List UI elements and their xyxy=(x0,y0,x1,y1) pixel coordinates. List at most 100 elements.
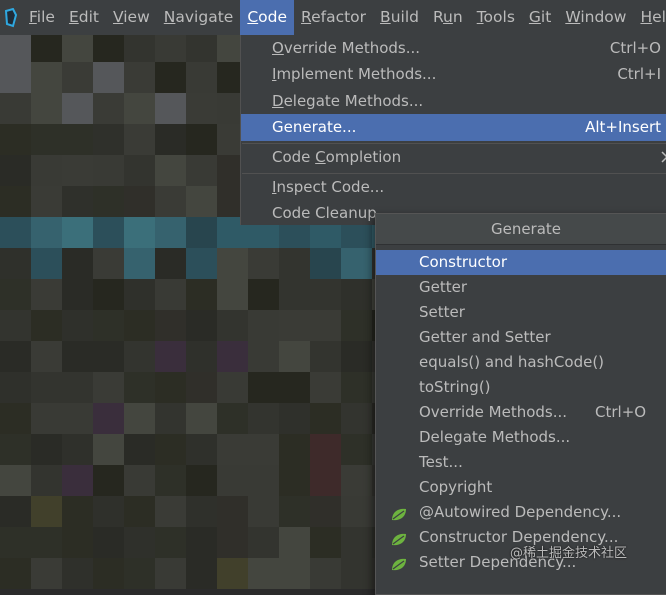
pixel-block xyxy=(248,403,279,434)
pixel-block xyxy=(186,434,217,465)
pixel-block xyxy=(186,403,217,434)
menu-navigate[interactable]: Navigate xyxy=(157,0,241,35)
code-menu-inspect-code[interactable]: Inspect Code... xyxy=(241,174,666,201)
generate-item-equals-hashcode[interactable]: equals() and hashCode() xyxy=(376,350,666,375)
menu-code[interactable]: Code xyxy=(240,0,295,35)
pixel-block xyxy=(124,372,155,403)
menu-edit[interactable]: Edit xyxy=(62,0,106,35)
generate-popup: Generate Constructor Getter Setter Gette… xyxy=(375,213,666,595)
code-menu-generate[interactable]: Generate... Alt+Insert xyxy=(241,114,666,141)
generate-item-tostring[interactable]: toString() xyxy=(376,375,666,400)
pixel-block xyxy=(124,186,155,217)
pixel-block xyxy=(341,248,372,279)
pixel-block xyxy=(0,124,31,155)
code-menu-delegate-methods[interactable]: Delegate Methods... xyxy=(241,88,666,115)
pixel-block xyxy=(248,310,279,341)
pixel-block xyxy=(217,341,248,372)
pixel-block xyxy=(93,217,124,248)
pixel-block xyxy=(341,434,372,465)
pixel-block xyxy=(186,31,217,62)
menu-tools[interactable]: Tools xyxy=(470,0,522,35)
pixel-block xyxy=(186,217,217,248)
pixel-block xyxy=(155,372,186,403)
pixel-block xyxy=(31,372,62,403)
pixel-block xyxy=(155,527,186,558)
pixel-block xyxy=(93,341,124,372)
pixel-block xyxy=(93,434,124,465)
generate-popup-title: Generate xyxy=(376,214,666,245)
watermark-text: @稀土掘金技术社区 xyxy=(510,546,628,561)
pixel-block xyxy=(217,527,248,558)
pixel-block xyxy=(186,186,217,217)
pixel-block xyxy=(62,434,93,465)
code-menu-implement-methods[interactable]: Implement Methods... Ctrl+I xyxy=(241,61,666,88)
menu-run[interactable]: Run xyxy=(426,0,470,35)
pixel-block xyxy=(0,248,31,279)
pixel-block xyxy=(0,62,31,93)
pixel-block xyxy=(310,558,341,589)
pixel-block xyxy=(93,279,124,310)
generate-item-autowired-dependency[interactable]: @Autowired Dependency... xyxy=(376,500,666,525)
pixel-block xyxy=(124,310,155,341)
pixel-block xyxy=(248,434,279,465)
pixel-block xyxy=(124,434,155,465)
pixel-block xyxy=(341,372,372,403)
pixel-block xyxy=(0,341,31,372)
generate-item-copyright[interactable]: Copyright xyxy=(376,475,666,500)
pixel-block xyxy=(0,310,31,341)
generate-item-override-methods[interactable]: Override Methods... Ctrl+O xyxy=(376,400,666,425)
menu-view[interactable]: View xyxy=(106,0,157,35)
code-menu-code-completion[interactable]: Code Completion xyxy=(241,144,666,171)
pixel-block xyxy=(186,248,217,279)
pixel-block xyxy=(31,248,62,279)
pixel-block xyxy=(248,279,279,310)
pixel-block xyxy=(31,186,62,217)
pixel-block xyxy=(155,248,186,279)
pixel-block xyxy=(341,279,372,310)
pixel-block xyxy=(186,155,217,186)
generate-item-getter-and-setter[interactable]: Getter and Setter xyxy=(376,325,666,350)
pixel-block xyxy=(0,403,31,434)
menu-refactor[interactable]: Refactor xyxy=(294,0,373,35)
pixel-block xyxy=(217,434,248,465)
pixel-block xyxy=(155,465,186,496)
pixel-block xyxy=(217,465,248,496)
pixel-block xyxy=(0,527,31,558)
generate-item-constructor[interactable]: Constructor xyxy=(376,250,666,275)
pixel-block xyxy=(93,155,124,186)
pixel-block xyxy=(248,465,279,496)
pixel-block xyxy=(155,62,186,93)
menu-window[interactable]: Window xyxy=(558,0,633,35)
pixel-block xyxy=(310,465,341,496)
code-menu-override-methods[interactable]: Override Methods... Ctrl+O xyxy=(241,35,666,62)
pixel-block xyxy=(31,403,62,434)
pixel-block xyxy=(62,341,93,372)
pixel-block xyxy=(124,93,155,124)
pixel-block xyxy=(310,527,341,558)
pixel-block xyxy=(0,93,31,124)
pixel-block xyxy=(124,341,155,372)
menu-file[interactable]: File xyxy=(22,0,62,35)
pixel-block xyxy=(124,279,155,310)
pixel-block xyxy=(341,341,372,372)
pixel-block xyxy=(310,434,341,465)
pixel-block xyxy=(93,248,124,279)
generate-item-delegate-methods[interactable]: Delegate Methods... xyxy=(376,425,666,450)
generate-item-test[interactable]: Test... xyxy=(376,450,666,475)
pixel-block xyxy=(341,496,372,527)
menu-build[interactable]: Build xyxy=(373,0,426,35)
pixel-block xyxy=(279,403,310,434)
pixel-block xyxy=(31,527,62,558)
generate-item-setter[interactable]: Setter xyxy=(376,300,666,325)
pixel-block xyxy=(62,155,93,186)
menu-git[interactable]: Git xyxy=(522,0,558,35)
menu-help[interactable]: Help xyxy=(633,0,666,35)
pixel-block xyxy=(279,558,310,589)
generate-item-getter[interactable]: Getter xyxy=(376,275,666,300)
pixel-block xyxy=(31,124,62,155)
pixel-block xyxy=(31,93,62,124)
pixel-block xyxy=(0,155,31,186)
pixel-block xyxy=(93,124,124,155)
main-menu-bar: File Edit View Navigate Code Refactor Bu… xyxy=(0,0,666,35)
pixel-block xyxy=(31,310,62,341)
